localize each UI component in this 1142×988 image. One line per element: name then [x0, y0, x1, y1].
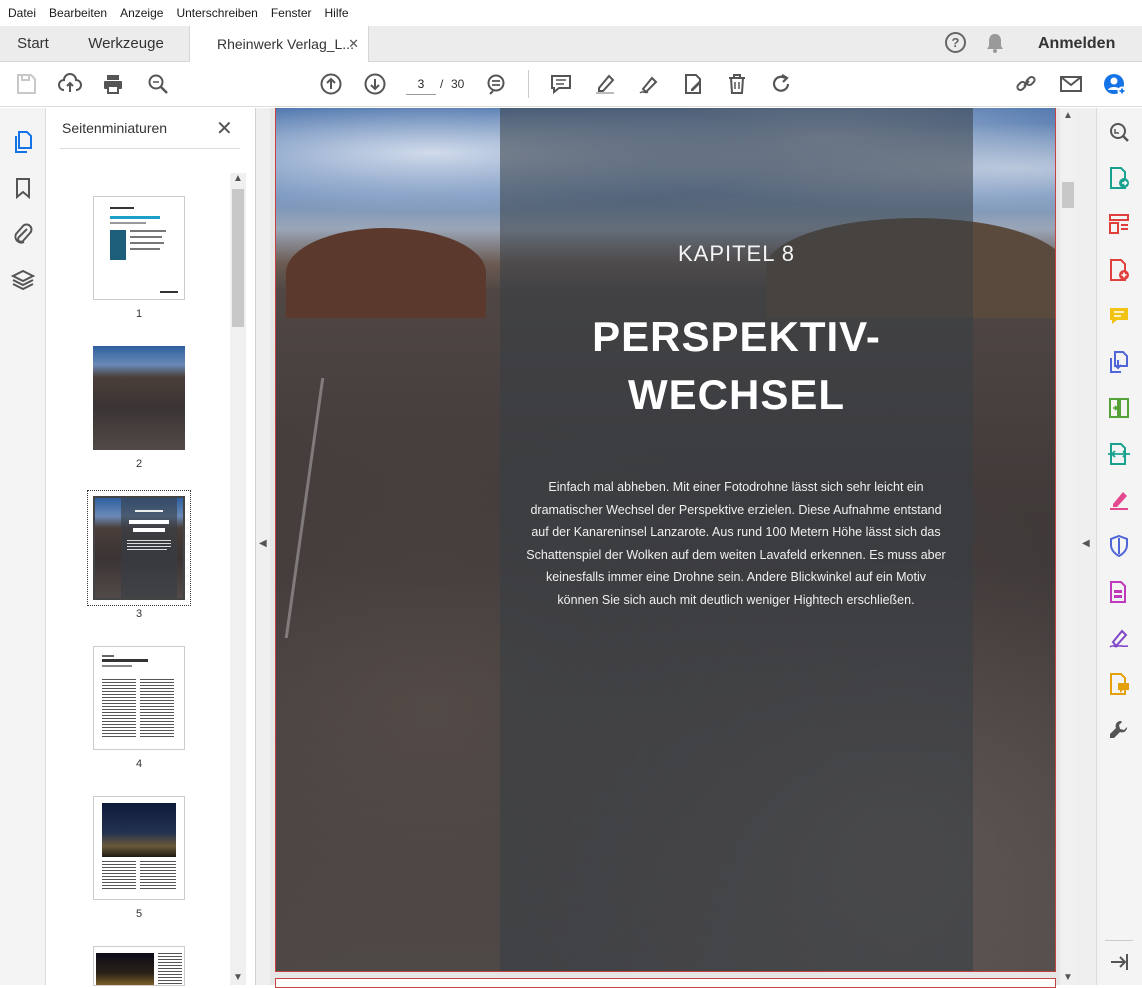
comment-icon[interactable]: [548, 71, 574, 97]
send-comment-icon[interactable]: [1107, 672, 1131, 696]
toolbar-divider: [528, 70, 529, 98]
zoom-icon[interactable]: [483, 71, 509, 97]
document-scroll-thumb[interactable]: [1062, 182, 1074, 208]
edit-pdf-icon[interactable]: [680, 71, 706, 97]
fill-sign-icon[interactable]: [1107, 488, 1131, 512]
thumbnail-number-1: 1: [135, 308, 143, 320]
tab-start[interactable]: Start: [0, 26, 66, 61]
next-pdf-page: [275, 978, 1056, 988]
menu-datei[interactable]: Datei: [8, 6, 36, 20]
thumbnail-panel-title: Seitenminiaturen: [62, 120, 168, 136]
collapse-right-icon[interactable]: ◀: [1082, 538, 1090, 549]
save-icon[interactable]: [13, 71, 39, 97]
chapter-headline: PERSPEKTIV- WECHSEL: [500, 308, 973, 424]
tab-tools[interactable]: Werkzeuge: [66, 26, 186, 61]
highlight-icon[interactable]: [592, 71, 618, 97]
link-share-icon[interactable]: [1013, 71, 1039, 97]
chapter-intro-text: Einfach mal abheben. Mit einer Fotodrohn…: [526, 480, 946, 607]
doc-scroll-up-icon[interactable]: ▲: [1063, 110, 1073, 121]
headline-line-1: PERSPEKTIV-: [592, 313, 881, 360]
search-icon[interactable]: [145, 71, 171, 97]
document-scrollbar[interactable]: ▲ ▼: [1060, 108, 1076, 985]
page-thumbnail-6[interactable]: [93, 946, 185, 986]
menu-hilfe[interactable]: Hilfe: [325, 6, 349, 20]
main-toolbar: 3 / 30: [0, 62, 1142, 107]
compress-pdf-icon[interactable]: [1107, 396, 1131, 420]
collapse-tools-icon[interactable]: [1107, 950, 1131, 974]
left-panel-splitter[interactable]: ◀: [256, 108, 270, 985]
close-tab-icon[interactable]: ✕: [348, 36, 359, 52]
layers-icon[interactable]: [10, 268, 36, 292]
print-icon[interactable]: [100, 71, 126, 97]
thumbnail-number-4: 4: [135, 758, 143, 770]
menu-bearbeiten[interactable]: Bearbeiten: [49, 6, 107, 20]
chapter-label: KAPITEL 8: [677, 241, 795, 266]
page-separator: /: [440, 77, 444, 91]
export-pdf-icon[interactable]: [1107, 166, 1131, 190]
volcano-image: [286, 228, 486, 318]
thumbnail-number-3: 3: [135, 608, 143, 620]
navigation-rail: [0, 108, 46, 985]
panel-divider: [60, 148, 240, 149]
menu-anzeige[interactable]: Anzeige: [120, 6, 163, 20]
pdf-page: KAPITEL 8 PERSPEKTIV- WECHSEL Einfach ma…: [275, 108, 1056, 972]
page-number-input[interactable]: 3: [406, 73, 436, 95]
thumbnail-scroll-thumb[interactable]: [232, 189, 244, 327]
help-icon[interactable]: ?: [945, 32, 966, 53]
menu-unterschreiben[interactable]: Unterschreiben: [176, 6, 257, 20]
login-button[interactable]: Anmelden: [1030, 26, 1123, 61]
right-panel-splitter[interactable]: ◀: [1076, 108, 1096, 985]
delete-icon[interactable]: [724, 71, 750, 97]
page-thumbnail-1[interactable]: [93, 196, 185, 300]
scroll-up-icon[interactable]: ▲: [233, 173, 243, 184]
comment-tool-icon[interactable]: [1107, 304, 1131, 328]
document-viewer: KAPITEL 8 PERSPEKTIV- WECHSEL Einfach ma…: [270, 108, 1060, 988]
attachment-icon[interactable]: [11, 222, 35, 246]
prepare-form-icon[interactable]: [1107, 580, 1131, 604]
headline-line-2: WECHSEL: [628, 371, 845, 418]
page-total: 30: [451, 77, 465, 91]
add-user-icon[interactable]: [1102, 71, 1128, 97]
enhance-scan-icon[interactable]: [1107, 120, 1131, 144]
tab-bar: Start Werkzeuge Rheinwerk Verlag_L... ✕ …: [0, 26, 1142, 62]
menu-bar: Datei Bearbeiten Anzeige Unterschreiben …: [0, 0, 1142, 26]
mail-icon[interactable]: [1058, 71, 1084, 97]
request-signature-icon[interactable]: [1107, 626, 1131, 650]
tab-document-label: Rheinwerk Verlag_L...: [217, 36, 354, 52]
more-tools-icon[interactable]: [1107, 718, 1131, 742]
create-pdf-icon[interactable]: [1107, 258, 1131, 282]
page-thumbnail-5[interactable]: [93, 796, 185, 900]
menu-fenster[interactable]: Fenster: [271, 6, 312, 20]
thumbnail-scrollbar[interactable]: ▲ ▼: [230, 173, 246, 985]
page-thumbnail-4[interactable]: [93, 646, 185, 750]
combine-files-icon[interactable]: [1107, 350, 1131, 374]
collapse-left-icon[interactable]: ◀: [259, 538, 267, 549]
thumbnail-number-2: 2: [135, 458, 143, 470]
upload-icon[interactable]: [57, 71, 83, 97]
scroll-down-icon[interactable]: ▼: [233, 972, 243, 983]
bookmark-icon[interactable]: [11, 176, 35, 200]
page-thumbnail-3[interactable]: [93, 496, 185, 600]
page-thumbnails-icon[interactable]: [11, 130, 35, 154]
protect-icon[interactable]: [1107, 534, 1131, 558]
draw-icon[interactable]: [636, 71, 662, 97]
tools-rail: [1096, 108, 1142, 985]
tools-rail-divider: [1105, 940, 1133, 941]
page-thumbnail-2[interactable]: [93, 346, 185, 450]
thumbnail-panel: Seitenminiaturen ✕ 1 2 3 4 5 ▲ ▼: [46, 108, 256, 986]
bell-icon[interactable]: [985, 32, 1005, 57]
thumbnail-number-5: 5: [135, 908, 143, 920]
close-panel-icon[interactable]: ✕: [216, 116, 233, 141]
organize-pages-icon[interactable]: [1107, 212, 1131, 236]
doc-scroll-down-icon[interactable]: ▼: [1063, 972, 1073, 983]
rotate-icon[interactable]: [768, 71, 794, 97]
send-for-review-icon[interactable]: [1107, 442, 1131, 466]
previous-page-icon[interactable]: [318, 71, 344, 97]
next-page-icon[interactable]: [362, 71, 388, 97]
tab-document[interactable]: Rheinwerk Verlag_L... ✕: [189, 26, 369, 62]
